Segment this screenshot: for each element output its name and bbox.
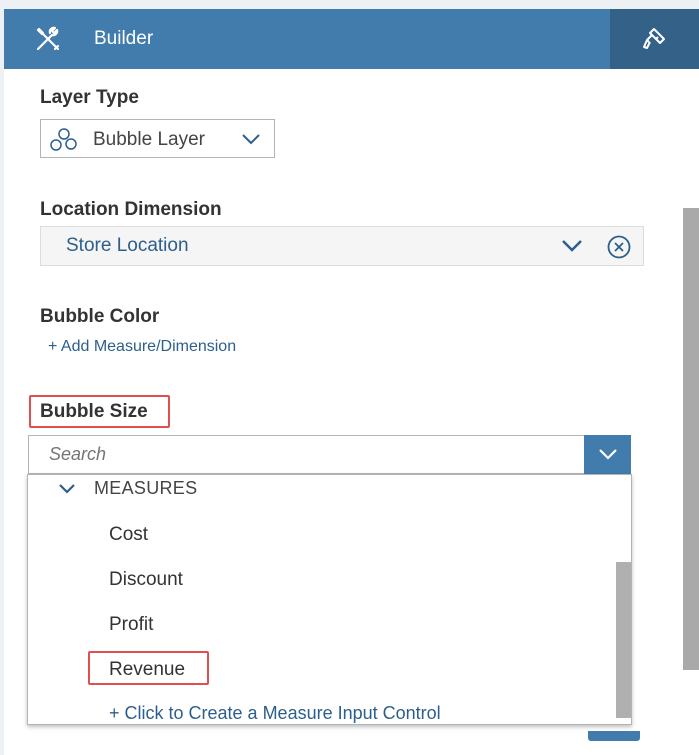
chevron-down-icon [242,134,260,145]
location-dimension-value: Store Location [66,235,189,256]
paint-brush-icon [643,28,665,49]
location-dimension-token[interactable]: Store Location [40,226,644,266]
search-input[interactable] [29,436,581,473]
styling-tab[interactable] [610,9,699,69]
chevron-down-icon [59,484,75,494]
create-measure-input-control-link[interactable]: + Click to Create a Measure Input Contro… [109,703,441,724]
measures-dropdown: MEASURES Cost Discount Profit Revenue + … [27,474,632,725]
list-item-cost[interactable]: Cost [109,524,148,546]
tools-icon[interactable] [34,25,62,53]
top-edge [0,0,699,9]
layer-type-select[interactable]: Bubble Layer [40,119,275,158]
bottom-button[interactable] [588,731,640,741]
bubble-color-label: Bubble Color [40,306,160,327]
list-item-profit[interactable]: Profit [109,614,153,636]
bubble-icon [50,128,77,151]
add-measure-dimension-link[interactable]: + Add Measure/Dimension [48,338,236,356]
dropdown-button[interactable] [584,435,631,474]
layer-type-value: Bubble Layer [93,129,205,150]
clear-icon[interactable] [607,235,631,259]
builder-panel: Builder Layer Type Bubble Layer Location… [0,0,699,755]
chevron-down-icon [599,449,617,460]
left-edge [0,0,4,755]
measures-group-label: MEASURES [94,478,198,498]
list-item-discount[interactable]: Discount [109,569,183,591]
location-dimension-label: Location Dimension [40,199,222,220]
layer-type-label: Layer Type [40,87,139,108]
panel-header: Builder [4,9,699,69]
panel-scrollbar[interactable] [683,208,699,670]
chevron-down-icon[interactable] [561,238,583,254]
bubble-size-highlight [29,395,170,428]
measures-group-header[interactable]: MEASURES [28,475,631,505]
dropdown-scrollbar[interactable] [616,562,631,718]
bubble-size-search[interactable] [28,435,631,474]
revenue-highlight [88,651,209,685]
panel-title: Builder [94,28,154,49]
